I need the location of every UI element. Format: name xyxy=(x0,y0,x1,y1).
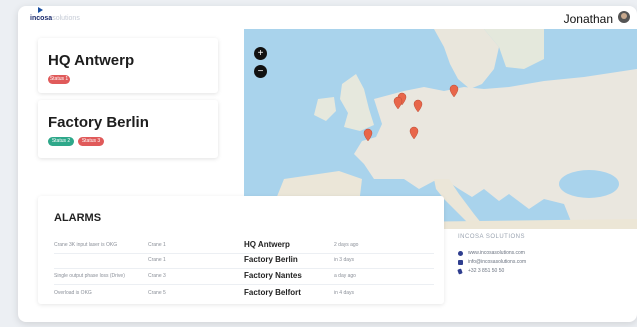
logo-mark-icon xyxy=(38,7,43,13)
site-name: Factory Berlin xyxy=(48,114,149,131)
alarm-description: Overload is OKG xyxy=(54,290,92,296)
avatar[interactable] xyxy=(618,11,630,23)
alarm-description: Crane 3K input laser is OKG xyxy=(54,242,118,248)
contact-text: info@incosasolutions.com xyxy=(468,259,527,265)
zoom-in-button[interactable]: + xyxy=(254,47,267,60)
alarms-title: ALARMS xyxy=(54,212,102,224)
app-window: incosasolutions Jonathan HQ Antwerp Stat… xyxy=(18,6,637,322)
alarm-site[interactable]: Factory Belfort xyxy=(244,288,301,297)
logo: incosasolutions xyxy=(30,7,80,22)
contact-text: www.incosasolutions.com xyxy=(468,250,525,256)
contact-email[interactable]: info@incosasolutions.com xyxy=(458,259,628,266)
contact-info: INCOSA SOLUTIONS www.incosasolutions.com… xyxy=(457,234,628,294)
site-card-hq-antwerp[interactable]: HQ Antwerp Status 1 xyxy=(38,38,218,93)
alarm-time: a day ago xyxy=(334,273,356,279)
status-badge: Status 2 xyxy=(48,137,74,146)
site-card-factory-berlin[interactable]: Factory Berlin Status 2 Status 3 xyxy=(38,100,218,158)
divider xyxy=(54,268,434,269)
logo-suffix: solutions xyxy=(52,15,80,22)
contact-phone[interactable]: +32 3 851 50 50 xyxy=(457,268,628,275)
globe-icon xyxy=(458,251,463,256)
alarm-crane: Crane 5 xyxy=(148,290,166,296)
alarm-crane: Crane 3 xyxy=(148,273,166,279)
zoom-out-button[interactable]: − xyxy=(254,65,267,78)
status-badge: Status 3 xyxy=(78,137,104,146)
mail-icon xyxy=(458,260,463,265)
contact-website[interactable]: www.incosasolutions.com xyxy=(458,250,628,257)
alarm-site[interactable]: HQ Antwerp xyxy=(244,240,290,249)
divider xyxy=(54,253,434,254)
alarm-time: in 3 days xyxy=(334,257,355,263)
alarm-crane: Crane 1 xyxy=(148,242,166,248)
phone-icon xyxy=(457,268,463,275)
logo-brand: incosa xyxy=(30,15,53,22)
alarm-crane: Crane 1 xyxy=(148,257,166,263)
user-name[interactable]: Jonathan xyxy=(564,12,613,26)
alarm-site[interactable]: Factory Berlin xyxy=(244,255,298,264)
alarms-panel: ALARMS Crane 3K input laser is OKG Crane… xyxy=(38,196,444,304)
alarm-time: 2 days ago xyxy=(334,242,359,248)
alarm-description: Single output phase loss (Drive) xyxy=(54,273,125,279)
alarm-time: in 4 days xyxy=(334,290,355,296)
contact-title: INCOSA SOLUTIONS xyxy=(458,234,526,240)
alarm-site[interactable]: Factory Nantes xyxy=(244,271,302,280)
contact-text: +32 3 851 50 50 xyxy=(468,268,505,274)
status-badge: Status 1 xyxy=(48,75,70,84)
divider xyxy=(54,284,434,285)
site-name: HQ Antwerp xyxy=(48,52,135,69)
